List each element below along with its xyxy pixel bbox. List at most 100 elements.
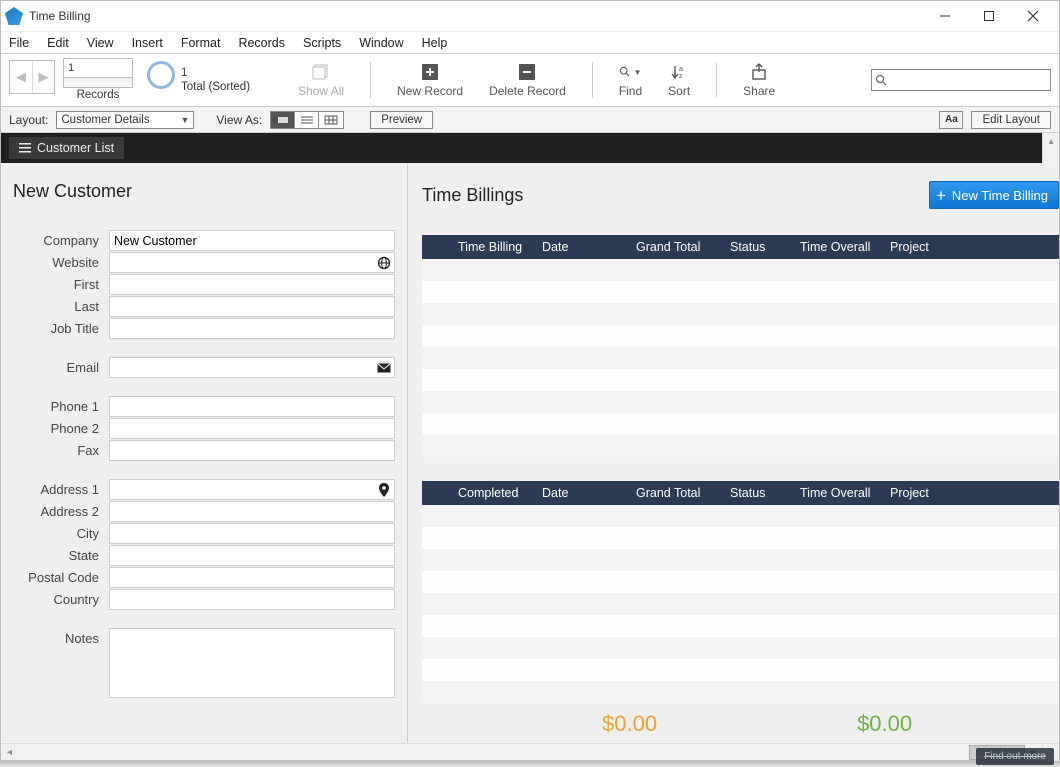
globe-icon[interactable] — [377, 256, 391, 270]
table-row[interactable] — [422, 259, 1059, 281]
table-row[interactable] — [422, 659, 1059, 681]
prev-record-button[interactable]: ◀ — [10, 61, 32, 93]
postal-field[interactable] — [109, 567, 395, 588]
menu-view[interactable]: View — [87, 36, 114, 50]
table-row[interactable] — [422, 527, 1059, 549]
menu-help[interactable]: Help — [422, 36, 448, 50]
table-row[interactable] — [422, 303, 1059, 325]
share-button[interactable]: Share — [743, 62, 775, 98]
table-row[interactable] — [422, 369, 1059, 391]
menubar: File Edit View Insert Format Records Scr… — [1, 31, 1059, 53]
view-form-button[interactable] — [271, 112, 295, 128]
find-out-more-badge[interactable]: Find out more — [976, 748, 1054, 765]
last-field[interactable] — [109, 296, 395, 317]
phone2-field[interactable] — [109, 418, 395, 439]
label-company: Company — [13, 233, 109, 248]
text-format-button[interactable]: Aa — [939, 111, 963, 129]
view-table-button[interactable] — [319, 112, 343, 128]
label-postal: Postal Code — [13, 570, 109, 585]
table-row[interactable] — [422, 681, 1059, 703]
menu-format[interactable]: Format — [181, 36, 221, 50]
label-website: Website — [13, 255, 109, 270]
layout-dropdown[interactable]: Customer Details ▼ — [56, 111, 194, 129]
view-list-button[interactable] — [295, 112, 319, 128]
new-time-billing-button[interactable]: + New Time Billing — [929, 181, 1059, 209]
sort-button[interactable]: az Sort — [668, 62, 690, 98]
company-field[interactable] — [109, 230, 395, 251]
state-field[interactable] — [109, 545, 395, 566]
completed-table-body — [422, 505, 1059, 703]
table-row[interactable] — [422, 571, 1059, 593]
menu-insert[interactable]: Insert — [132, 36, 163, 50]
first-field[interactable] — [109, 274, 395, 295]
address1-field[interactable] — [109, 479, 395, 500]
menu-file[interactable]: File — [9, 36, 29, 50]
table-row[interactable] — [422, 435, 1059, 457]
map-pin-icon[interactable] — [377, 483, 391, 497]
new-record-button[interactable]: New Record — [397, 62, 463, 98]
total-pending: $0.00 — [602, 711, 657, 737]
right-heading: Time Billings — [422, 185, 523, 206]
city-field[interactable] — [109, 523, 395, 544]
quick-search[interactable] — [871, 69, 1051, 91]
records-label: Records — [77, 89, 120, 101]
minus-square-icon — [516, 62, 538, 82]
table-row[interactable] — [422, 505, 1059, 527]
label-address2: Address 2 — [13, 504, 109, 519]
menu-window[interactable]: Window — [359, 36, 403, 50]
country-field[interactable] — [109, 589, 395, 610]
mail-icon[interactable] — [377, 361, 391, 375]
found-set-pie-icon[interactable] — [147, 61, 175, 89]
search-icon — [875, 74, 887, 86]
table-row[interactable] — [422, 347, 1059, 369]
vertical-scrollbar[interactable]: ▴ — [1042, 133, 1059, 163]
total-completed: $0.00 — [857, 711, 912, 737]
stack-icon — [310, 62, 332, 82]
maximize-button[interactable] — [967, 1, 1011, 31]
menu-scripts[interactable]: Scripts — [303, 36, 341, 50]
record-number-field[interactable]: 1 — [63, 58, 133, 78]
table-row[interactable] — [422, 413, 1059, 435]
website-field[interactable] — [109, 252, 395, 273]
table-row[interactable] — [422, 637, 1059, 659]
minimize-button[interactable] — [923, 1, 967, 31]
fax-field[interactable] — [109, 440, 395, 461]
sort-icon: az — [668, 62, 690, 82]
edit-layout-button[interactable]: Edit Layout — [971, 111, 1051, 129]
label-state: State — [13, 548, 109, 563]
window-title: Time Billing — [29, 9, 91, 23]
find-button[interactable]: ▼ Find — [619, 62, 642, 98]
show-all-button[interactable]: Show All — [298, 62, 344, 98]
phone1-field[interactable] — [109, 396, 395, 417]
table-row[interactable] — [422, 281, 1059, 303]
table-row[interactable] — [422, 391, 1059, 413]
record-slider[interactable] — [63, 78, 133, 88]
notes-field[interactable] — [109, 628, 395, 698]
scroll-left-button[interactable]: ◂ — [1, 744, 18, 761]
close-button[interactable] — [1011, 1, 1055, 31]
share-icon — [748, 62, 770, 82]
label-last: Last — [13, 299, 109, 314]
table-row[interactable] — [422, 593, 1059, 615]
menu-records[interactable]: Records — [238, 36, 285, 50]
horizontal-scrollbar[interactable]: ◂ ▸ — [1, 743, 1059, 760]
address2-field[interactable] — [109, 501, 395, 522]
quick-search-input[interactable] — [890, 71, 1047, 89]
total-sorted-label: Total (Sorted) — [181, 80, 250, 94]
next-record-button[interactable]: ▶ — [32, 61, 54, 93]
table-row[interactable] — [422, 549, 1059, 571]
jobtitle-field[interactable] — [109, 318, 395, 339]
label-phone2: Phone 2 — [13, 421, 109, 436]
delete-record-button[interactable]: Delete Record — [489, 62, 566, 98]
table-row[interactable] — [422, 615, 1059, 637]
customer-form-pane: New Customer Company Website First Last … — [1, 163, 407, 743]
customer-list-button[interactable]: Customer List — [9, 137, 124, 159]
content-area: New Customer Company Website First Last … — [1, 163, 1059, 743]
time-billings-pane: Time Billings + New Time Billing Time Bi… — [408, 163, 1059, 743]
table-row[interactable] — [422, 325, 1059, 347]
scroll-up-button[interactable]: ▴ — [1043, 133, 1059, 150]
email-field[interactable] — [109, 357, 395, 378]
preview-button[interactable]: Preview — [370, 111, 433, 129]
toolbar: ◀ ▶ 1 Records 1 Total (Sorted) Show All … — [1, 53, 1059, 107]
menu-edit[interactable]: Edit — [47, 36, 69, 50]
